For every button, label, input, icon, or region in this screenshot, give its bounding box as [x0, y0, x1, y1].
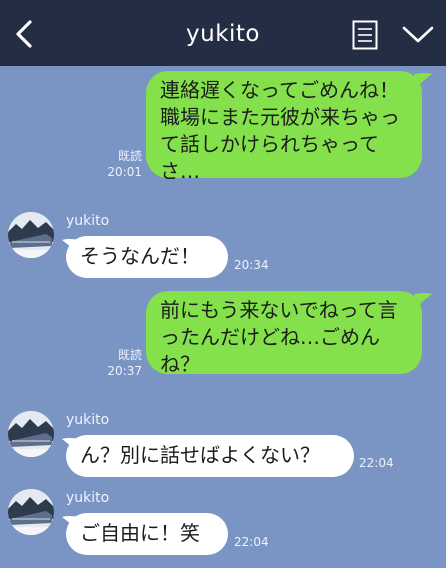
message-time: 22:04 [234, 535, 269, 549]
message-text: 連絡遅くなってごめんね！職場にまた元彼が来ちゃって話しかけられちゃってさ… [160, 78, 400, 183]
message-text: そうなんだ！ [80, 244, 200, 268]
message-time: 20:37 [107, 364, 142, 378]
read-receipt: 既読 [117, 348, 142, 362]
sender-name: yukito [66, 412, 110, 428]
message-2-bubble[interactable]: そうなんだ！ [66, 236, 228, 278]
sender-name: yukito [66, 490, 110, 506]
chat-header: yukito [0, 0, 446, 66]
avatar[interactable] [8, 411, 54, 457]
bubble-tail [414, 293, 432, 306]
avatar[interactable] [8, 489, 54, 535]
message-1-bubble[interactable]: 連絡遅くなってごめんね！職場にまた元彼が来ちゃって話しかけられちゃってさ… [146, 71, 422, 183]
chevron-down-icon [402, 26, 434, 43]
message-text: 前にもう来ないでねって言ったんだけどね…ごめんね？ [160, 298, 398, 376]
chat-title: yukito [186, 21, 260, 47]
bubble-tail [414, 73, 432, 86]
message-3-status: 既読 20:37 [104, 347, 142, 379]
message-time: 20:01 [107, 165, 142, 179]
sender-name: yukito [66, 213, 110, 229]
avatar[interactable] [8, 212, 54, 258]
message-time: 20:34 [234, 258, 269, 272]
message-1-status: 既読 20:01 [104, 148, 142, 180]
menu-button[interactable] [352, 20, 378, 50]
message-3-bubble[interactable]: 前にもう来ないでねって言ったんだけどね…ごめんね？ [146, 291, 422, 376]
message-text: ん？別に話せばよくない？ [80, 443, 320, 467]
message-text: ご自由に！笑 [80, 521, 200, 545]
train-avatar-icon [8, 212, 54, 258]
read-receipt: 既読 [117, 149, 142, 163]
train-avatar-icon [8, 411, 54, 457]
message-time: 22:04 [359, 456, 394, 470]
collapse-button[interactable] [402, 24, 434, 46]
message-4-bubble[interactable]: ん？別に話せばよくない？ [66, 435, 354, 477]
train-avatar-icon [8, 489, 54, 535]
list-icon [352, 20, 378, 50]
message-5-bubble[interactable]: ご自由に！笑 [66, 513, 228, 555]
